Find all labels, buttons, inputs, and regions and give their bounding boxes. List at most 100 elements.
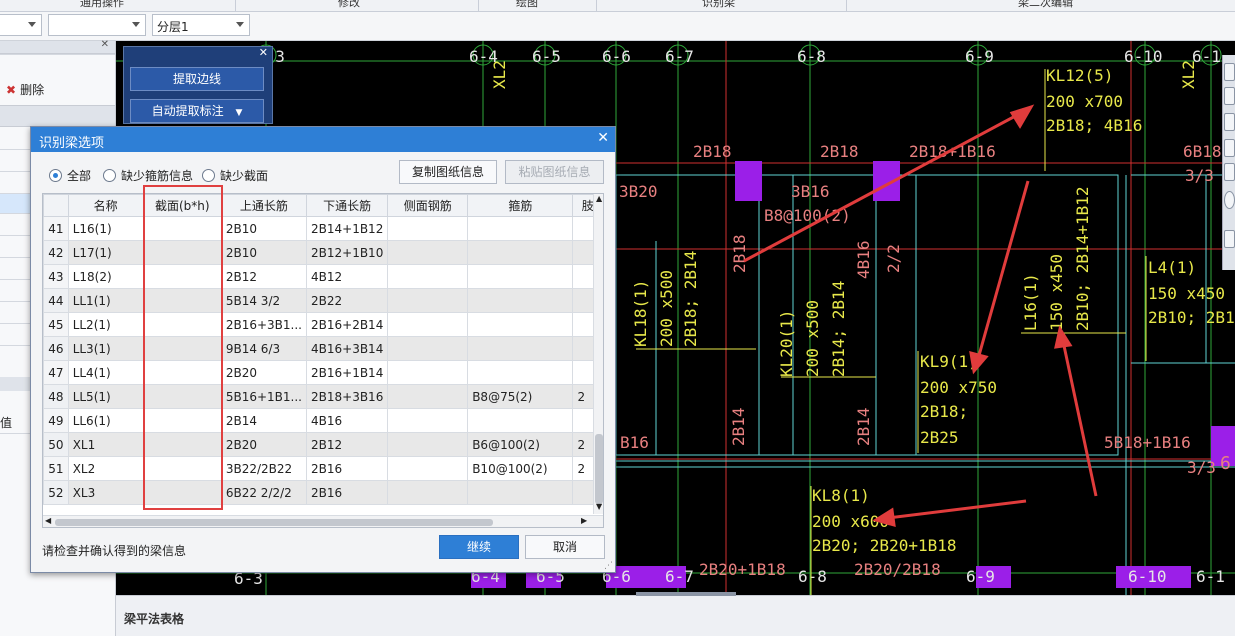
copy-drawing-info-button[interactable]: 复制图纸信息 — [399, 160, 497, 184]
table-cell[interactable] — [467, 336, 574, 361]
table-cell[interactable]: 3B22/2B22 — [220, 456, 308, 481]
table-cell[interactable] — [387, 336, 469, 361]
table-cell[interactable]: 2B10 — [220, 216, 308, 241]
table-row[interactable]: 44 LL1(1) 5B14 3/2 2B22 — [43, 288, 603, 313]
chevron-left-icon[interactable]: ◀ — [45, 516, 51, 525]
table-row[interactable]: 45 LL2(1) 2B16+3B1... 2B16+2B14 — [43, 312, 603, 337]
chevron-down-icon[interactable]: ▼ — [596, 502, 602, 511]
table-cell[interactable]: LL4(1) — [67, 360, 144, 385]
table-cell[interactable]: L17(1) — [67, 240, 144, 265]
layer-icon[interactable] — [1224, 163, 1235, 181]
table-cell[interactable]: B6@100(2) — [467, 432, 574, 457]
menu-item-beam-edit[interactable]: 梁二次编辑 — [1018, 0, 1073, 10]
chevron-up-icon[interactable]: ▲ — [596, 194, 602, 203]
table-row[interactable]: 43 L18(2) 2B12 4B12 — [43, 264, 603, 289]
extract-edge-button[interactable]: 提取边线 — [130, 67, 264, 91]
table-cell[interactable]: 2B16+3B1... — [220, 312, 308, 337]
scroll-thumb[interactable] — [55, 519, 493, 526]
auto-extract-annotation-button[interactable]: 自动提取标注 ▼ — [130, 99, 264, 123]
table-cell[interactable] — [387, 456, 469, 481]
paste-drawing-info-button[interactable]: 粘贴图纸信息 — [505, 160, 604, 184]
column-header[interactable]: 名称 — [67, 194, 144, 217]
table-cell[interactable]: 2B22 — [305, 288, 389, 313]
table-cell[interactable]: 2B12 — [220, 264, 308, 289]
table-row[interactable]: 50 XL1 2B20 2B12 B6@100(2) 2 — [43, 432, 603, 457]
table-cell[interactable]: 5B14 3/2 — [220, 288, 308, 313]
table-cell[interactable] — [387, 240, 469, 265]
close-icon[interactable]: ✕ — [259, 46, 268, 59]
menu-item-general[interactable]: 通用操作 — [80, 0, 124, 10]
table-cell[interactable] — [467, 288, 574, 313]
table-cell[interactable]: LL1(1) — [67, 288, 144, 313]
floor-combo[interactable] — [0, 14, 42, 36]
table-cell[interactable] — [387, 312, 469, 337]
radio-all[interactable]: 全部 — [49, 167, 91, 184]
scroll-thumb[interactable] — [595, 434, 603, 504]
table-cell[interactable]: XL2 — [67, 456, 144, 481]
table-row[interactable]: 49 LL6(1) 2B14 4B16 — [43, 408, 603, 433]
table-row[interactable]: 51 XL2 3B22/2B22 2B16 B10@100(2) 2 — [43, 456, 603, 481]
table-cell[interactable]: 2B20 — [220, 360, 308, 385]
table-row[interactable]: 48 LL5(1) 5B16+1B1... 2B18+3B16 B8@75(2) 2 — [43, 384, 603, 409]
table-cell[interactable] — [467, 408, 574, 433]
column-header[interactable]: 下通长筋 — [305, 194, 389, 217]
table-cell[interactable]: 4B16+3B14 — [305, 336, 389, 361]
table-cell[interactable]: 4B12 — [305, 264, 389, 289]
table-cell[interactable]: 2B12+1B10 — [305, 240, 389, 265]
pan-icon[interactable] — [1224, 87, 1235, 105]
table-cell[interactable]: LL2(1) — [67, 312, 144, 337]
column-header[interactable]: 侧面钢筋 — [387, 194, 469, 217]
continue-button[interactable]: 继续 — [439, 535, 519, 559]
table-cell[interactable] — [387, 360, 469, 385]
table-cell[interactable]: 2B14 — [220, 408, 308, 433]
table-cell[interactable]: LL3(1) — [67, 336, 144, 361]
table-cell[interactable]: LL6(1) — [67, 408, 144, 433]
menu-item-identify-beam[interactable]: 识别梁 — [702, 0, 735, 10]
type-combo[interactable] — [48, 14, 146, 36]
cancel-button[interactable]: 取消 — [525, 535, 605, 559]
vertical-scrollbar[interactable]: ▲ ▼ — [593, 194, 603, 514]
table-cell[interactable]: XL1 — [67, 432, 144, 457]
chevron-right-icon[interactable]: ▶ — [581, 516, 587, 525]
column-header[interactable]: 上通长筋 — [220, 194, 308, 217]
table-cell[interactable]: L18(2) — [67, 264, 144, 289]
table-cell[interactable]: 9B14 6/3 — [220, 336, 308, 361]
menu-item-modify[interactable]: 修改 — [338, 0, 360, 10]
table-row[interactable]: 47 LL4(1) 2B20 2B16+1B14 — [43, 360, 603, 385]
table-cell[interactable] — [387, 384, 469, 409]
table-cell[interactable] — [387, 432, 469, 457]
table-cell[interactable] — [467, 480, 574, 505]
table-cell[interactable]: 2B16 — [305, 456, 389, 481]
rotate-icon[interactable] — [1224, 139, 1235, 157]
resize-grip-icon[interactable]: ⋰ — [604, 561, 613, 571]
table-cell[interactable] — [387, 408, 469, 433]
close-icon[interactable]: ✕ — [101, 39, 109, 50]
table-row[interactable]: 52 XL3 6B22 2/2/2 2B16 — [43, 480, 603, 505]
table-row[interactable]: 42 L17(1) 2B10 2B12+1B10 — [43, 240, 603, 265]
table-cell[interactable] — [387, 288, 469, 313]
table-cell[interactable]: 2B18+3B16 — [305, 384, 389, 409]
table-cell[interactable] — [467, 360, 574, 385]
table-cell[interactable]: LL5(1) — [67, 384, 144, 409]
table-cell[interactable] — [467, 312, 574, 337]
table-cell[interactable] — [387, 216, 469, 241]
grid-icon[interactable] — [1224, 230, 1235, 248]
view-icon[interactable] — [1224, 113, 1235, 131]
table-cell[interactable]: 2B16 — [305, 480, 389, 505]
table-cell[interactable]: XL3 — [67, 480, 144, 505]
column-header[interactable]: 箍筋 — [467, 194, 574, 217]
table-cell[interactable]: L16(1) — [67, 216, 144, 241]
table-cell[interactable]: 2B16+1B14 — [305, 360, 389, 385]
table-cell[interactable]: 2B14+1B12 — [305, 216, 389, 241]
zoom-icon[interactable] — [1224, 63, 1235, 81]
menu-item-draw[interactable]: 绘图 — [516, 0, 538, 10]
radio-missing-stirrup[interactable]: 缺少箍筋信息 — [103, 167, 193, 184]
table-cell[interactable] — [387, 264, 469, 289]
radio-missing-section[interactable]: 缺少截面 — [202, 167, 268, 184]
splitter-handle[interactable] — [636, 592, 736, 596]
table-cell[interactable]: 6B22 2/2/2 — [220, 480, 308, 505]
table-cell[interactable] — [467, 216, 574, 241]
table-cell[interactable] — [467, 264, 574, 289]
table-row[interactable]: 41 L16(1) 2B10 2B14+1B12 — [43, 216, 603, 241]
horizontal-scrollbar[interactable]: ◀ ▶ — [43, 515, 603, 527]
